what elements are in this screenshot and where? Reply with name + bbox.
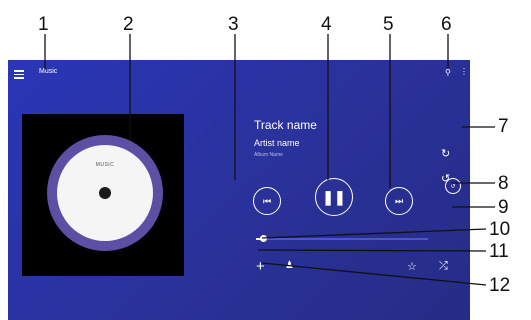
callout-line-12 <box>261 262 487 286</box>
callout-line-11 <box>257 249 487 252</box>
callout-lines <box>44 34 495 286</box>
callout-line-10 <box>261 228 487 239</box>
